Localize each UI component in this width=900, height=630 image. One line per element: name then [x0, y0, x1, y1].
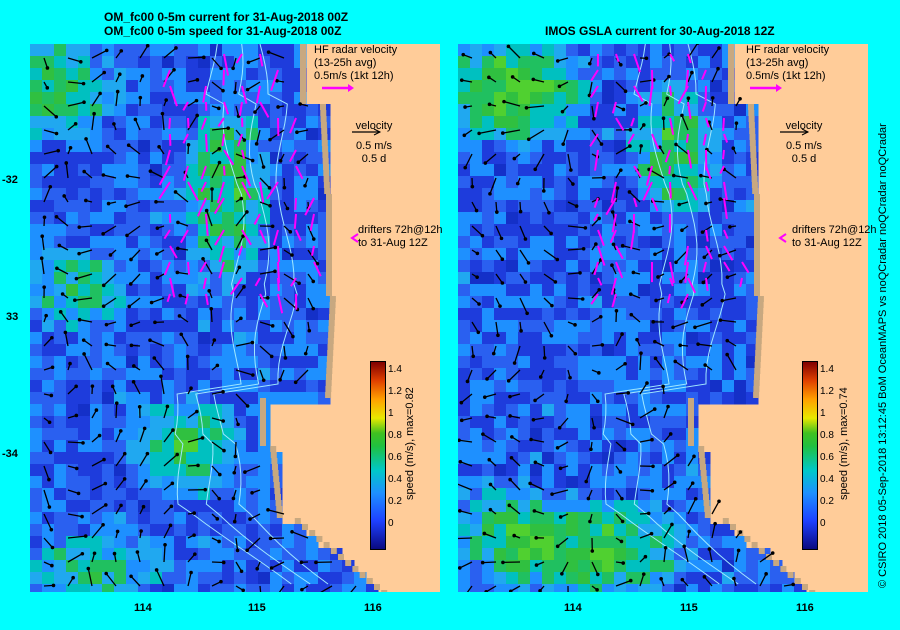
colorbar-tick: 0.2 [388, 496, 402, 507]
right-drift-legend-line2: to 31-Aug 12Z [792, 237, 862, 249]
colorbar-tick: 0.8 [388, 430, 402, 441]
colorbar-tick: 1.4 [820, 364, 834, 375]
left-colorbar [370, 361, 386, 550]
colorbar-tick: 1.2 [820, 386, 834, 397]
left-vel-legend-line3: 0.5 d [361, 153, 387, 165]
colorbar-tick: 0 [388, 518, 394, 529]
left-colorbar-label: speed (m/s), max=0.82 [404, 387, 416, 500]
left-xtick-115: 115 [248, 602, 266, 614]
right-hf-legend-line2: (13-25h avg) [746, 57, 809, 69]
ytick-33: 33 [6, 311, 19, 323]
left-xtick-114: 114 [134, 602, 152, 614]
ytick-34: -34 [2, 448, 18, 460]
left-vel-legend-line2: 0.5 m/s [355, 140, 393, 152]
right-xtick-116: 116 [796, 602, 814, 614]
left-title-line2: OM_fc00 0-5m speed for 31-Aug-2018 00Z [104, 24, 342, 38]
left-hf-legend-line2: (13-25h avg) [314, 57, 377, 69]
right-colorbar-label: speed (m/s), max=0.74 [838, 387, 850, 500]
left-hf-legend-line1: HF radar velocity [314, 44, 398, 56]
colorbar-tick: 0.4 [820, 474, 834, 485]
right-hf-legend-line3: 0.5m/s (1kt 12h) [746, 70, 826, 82]
left-drift-legend-line1: drifters 72h@12h [358, 224, 443, 236]
colorbar-tick: 0.4 [388, 474, 402, 485]
left-title-line1: OM_fc00 0-5m current for 31-Aug-2018 00Z [104, 10, 349, 24]
right-vel-legend-line1: velocity [785, 120, 823, 132]
colorbar-tick: 1 [388, 408, 394, 419]
colorbar-tick: 1 [820, 408, 826, 419]
right-colorbar [802, 361, 818, 550]
colorbar-tick: 0.6 [820, 452, 834, 463]
right-hf-legend-line1: HF radar velocity [746, 44, 830, 56]
right-xtick-114: 114 [564, 602, 582, 614]
credit-text: © CSIRO 2018 05-Sep-2018 13:12:45 BoM Oc… [877, 123, 889, 588]
right-title: IMOS GSLA current for 30-Aug-2018 12Z [545, 24, 775, 38]
colorbar-tick: 0.6 [388, 452, 402, 463]
right-drift-legend-line1: drifters 72h@12h [792, 224, 877, 236]
ytick-32: -32 [2, 174, 18, 186]
left-vel-legend-line1: velocity [355, 120, 393, 132]
left-drift-legend-line2: to 31-Aug 12Z [358, 237, 428, 249]
right-xtick-115: 115 [680, 602, 698, 614]
colorbar-tick: 0.8 [820, 430, 834, 441]
colorbar-tick: 0.2 [820, 496, 834, 507]
left-hf-legend-line3: 0.5m/s (1kt 12h) [314, 70, 394, 82]
left-xtick-116: 116 [364, 602, 382, 614]
right-vel-legend-line2: 0.5 m/s [785, 140, 823, 152]
colorbar-tick: 1.2 [388, 386, 402, 397]
right-vel-legend-line3: 0.5 d [791, 153, 817, 165]
colorbar-tick: 0 [820, 518, 826, 529]
colorbar-tick: 1.4 [388, 364, 402, 375]
